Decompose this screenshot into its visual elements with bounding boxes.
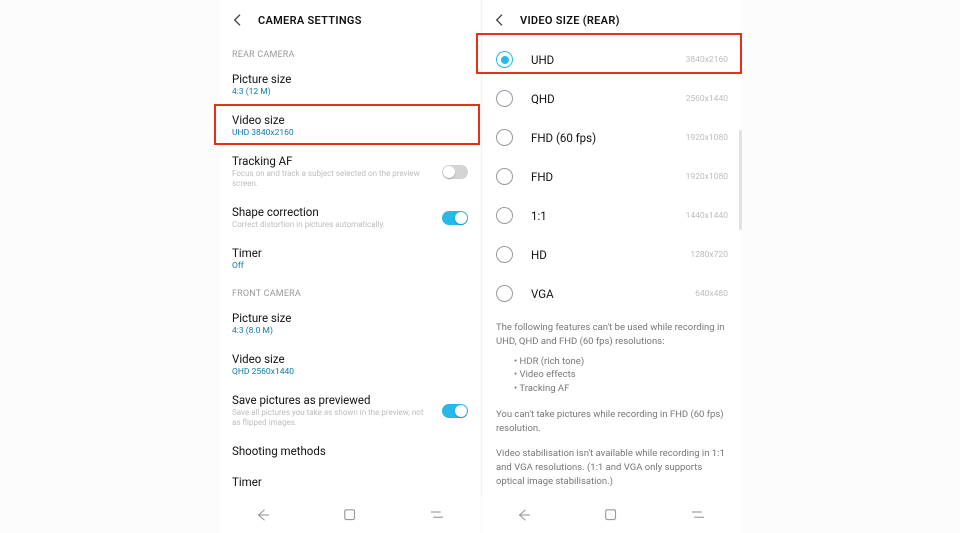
row-rear-picture-size[interactable]: Picture size 4:3 (12 M) [220, 64, 480, 105]
radio-icon[interactable] [496, 90, 513, 107]
nav-home-icon[interactable] [600, 504, 622, 526]
page-title: VIDEO SIZE (REAR) [520, 14, 620, 27]
note-text: You can't take pictures while recording … [496, 408, 728, 436]
row-title: Video size [232, 113, 468, 127]
row-title: Shooting methods [232, 444, 468, 458]
option-label: HD [531, 248, 690, 262]
row-save-as-previewed[interactable]: Save pictures as previewed Save all pict… [220, 385, 480, 436]
radio-icon[interactable] [496, 129, 513, 146]
radio-icon[interactable] [496, 207, 513, 224]
row-title: Video size [232, 352, 468, 366]
note-bullet: • HDR (rich tone) [496, 355, 728, 369]
radio-icon[interactable] [496, 51, 513, 68]
section-head-front: FRONT CAMERA [220, 279, 480, 303]
note-text: Video stabilisation isn't available whil… [496, 447, 728, 488]
row-desc: Correct distortion in pictures automatic… [232, 220, 430, 230]
row-desc: Focus on and track a subject selected on… [232, 169, 430, 189]
row-sub: 4:3 (8.0 M) [232, 326, 468, 336]
page-title: CAMERA SETTINGS [258, 14, 362, 27]
nav-back-icon[interactable] [252, 504, 274, 526]
navbar [481, 497, 741, 533]
row-title: Tracking AF [232, 154, 430, 168]
back-icon[interactable] [228, 10, 248, 30]
row-sub: QHD 2560x1440 [232, 367, 468, 377]
row-front-picture-size[interactable]: Picture size 4:3 (8.0 M) [220, 303, 480, 344]
row-title: Shape correction [232, 205, 430, 219]
note-bullet: • Video effects [496, 368, 728, 382]
radio-icon[interactable] [496, 246, 513, 263]
nav-recents-icon[interactable] [687, 504, 709, 526]
row-tracking-af[interactable]: Tracking AF Focus on and track a subject… [220, 146, 480, 197]
row-shooting-methods[interactable]: Shooting methods [220, 436, 480, 467]
row-title: Picture size [232, 311, 468, 325]
row-title: Save pictures as previewed [232, 393, 430, 407]
option-label: VGA [531, 287, 695, 301]
row-front-timer[interactable]: Timer [220, 467, 480, 492]
option-1-1[interactable]: 1:11440x1440 [482, 196, 742, 235]
option-resolution: 640x480 [695, 289, 728, 299]
option-label: FHD (60 fps) [531, 131, 686, 145]
row-sub: Off [232, 261, 468, 271]
nav-back-icon[interactable] [513, 504, 535, 526]
option-fhd[interactable]: FHD1920x1080 [482, 157, 742, 196]
option-resolution: 1440x1440 [686, 211, 728, 221]
option-label: FHD [531, 170, 686, 184]
toggle-tracking-af[interactable] [442, 165, 468, 179]
option-hd[interactable]: HD1280x720 [482, 235, 742, 274]
option-resolution: 1280x720 [690, 250, 728, 260]
note-bullet: • Tracking AF [496, 382, 728, 396]
row-shape-correction[interactable]: Shape correction Correct distortion in p… [220, 197, 480, 238]
option-label: QHD [531, 92, 686, 106]
radio-icon[interactable] [496, 285, 513, 302]
option-resolution: 3840x2160 [686, 55, 728, 65]
row-desc: Save all pictures you take as shown in t… [232, 408, 430, 428]
scrollbar[interactable] [739, 130, 742, 230]
option-label: 1:1 [531, 209, 686, 223]
note-text: The following features can't be used whi… [496, 321, 728, 349]
row-rear-video-size[interactable]: Video size UHD 3840x2160 [220, 105, 480, 146]
option-fhd-60-fps-[interactable]: FHD (60 fps)1920x1080 [482, 118, 742, 157]
row-title: Timer [232, 246, 468, 260]
row-sub: UHD 3840x2160 [232, 128, 468, 138]
option-resolution: 2560x1440 [686, 94, 728, 104]
option-uhd[interactable]: UHD3840x2160 [482, 40, 742, 79]
nav-home-icon[interactable] [339, 504, 361, 526]
option-vga[interactable]: VGA640x480 [482, 274, 742, 313]
toggle-shape-correction[interactable] [442, 211, 468, 225]
row-front-video-size[interactable]: Video size QHD 2560x1440 [220, 344, 480, 385]
option-resolution: 1920x1080 [686, 172, 728, 182]
row-title: Timer [232, 475, 468, 489]
nav-recents-icon[interactable] [426, 504, 448, 526]
option-label: UHD [531, 53, 686, 67]
radio-icon[interactable] [496, 168, 513, 185]
option-resolution: 1920x1080 [686, 133, 728, 143]
section-head-rear: REAR CAMERA [220, 40, 480, 64]
row-sub: 4:3 (12 M) [232, 87, 468, 97]
toggle-save-as-previewed[interactable] [442, 404, 468, 418]
back-icon[interactable] [490, 10, 510, 30]
row-rear-timer[interactable]: Timer Off [220, 238, 480, 279]
row-title: Picture size [232, 72, 468, 86]
navbar [220, 497, 480, 533]
option-qhd[interactable]: QHD2560x1440 [482, 79, 742, 118]
